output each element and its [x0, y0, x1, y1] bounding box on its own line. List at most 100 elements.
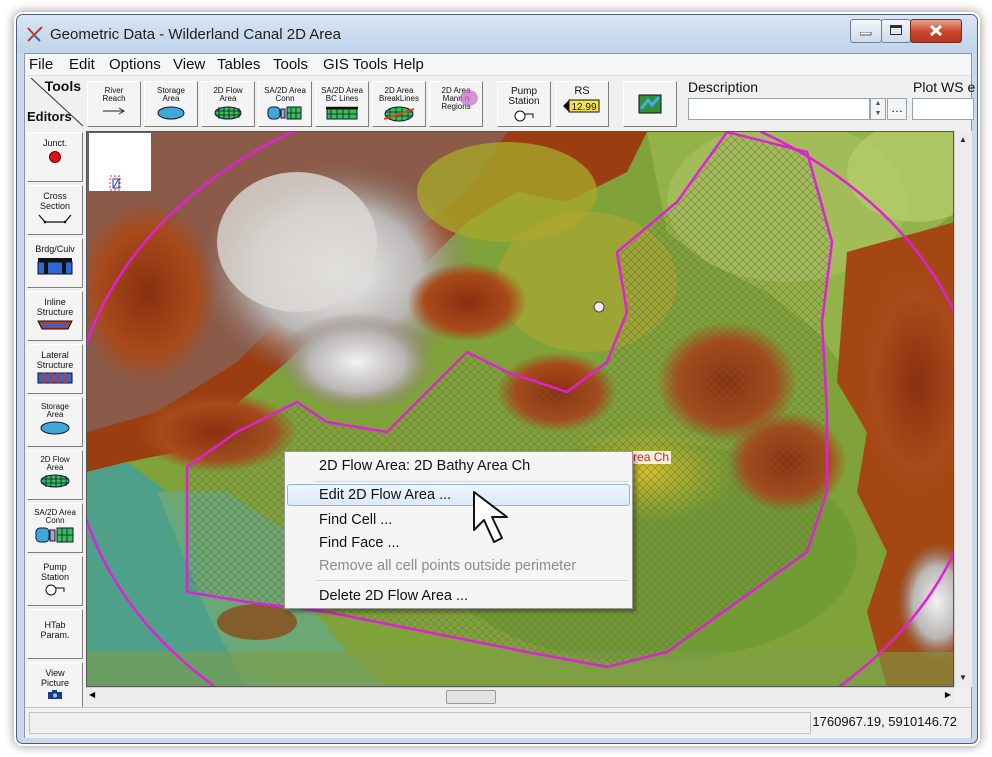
2d-flow-area-editor-button[interactable]: 2D Flow Area: [27, 450, 83, 500]
map-overview-thumbnail[interactable]: [88, 132, 152, 192]
2d-flow-area-editor-label: 2D Flow Area: [40, 455, 70, 472]
cross-section-label: Cross Section: [39, 191, 71, 211]
2d-flow-area-grid-icon: [214, 106, 242, 120]
bridge-culvert-editor-button[interactable]: Brdg/Culv: [27, 238, 83, 288]
minimize-icon: [860, 32, 872, 36]
editors-label: Editors: [27, 109, 72, 124]
storage-area-label: Storage Area: [156, 86, 186, 103]
inline-structure-icon: [37, 320, 73, 330]
menu-item-remove-cell-points: Remove all cell points outside perimeter: [319, 558, 577, 574]
menu-gis-tools[interactable]: GIS Tools: [323, 56, 388, 73]
storage-area-tool-button[interactable]: Storage Area: [144, 81, 198, 127]
bc-lines-icon: [326, 106, 358, 120]
menu-item-delete-2d-flow-area[interactable]: Delete 2D Flow Area ...: [319, 588, 468, 604]
context-menu-header: 2D Flow Area: 2D Bathy Area Ch: [319, 458, 531, 474]
horizontal-scroll-thumb[interactable]: [446, 690, 496, 704]
map-picture-tool-button[interactable]: [623, 81, 677, 127]
app-icon: [27, 26, 43, 42]
storage-area-icon: [40, 421, 70, 435]
geometric-data-window: Geometric Data - Wilderland Canal 2D Are…: [16, 14, 978, 744]
close-button[interactable]: [910, 19, 962, 43]
bridge-culvert-icon: [37, 258, 73, 275]
pump-station-icon: [514, 110, 534, 122]
river-reach-arrow-icon: [103, 107, 125, 115]
map-vertical-scrollbar[interactable]: ▲ ▼: [954, 131, 972, 687]
editors-sidebar: Junct. Cross Section Brdg/Culv Inline St…: [25, 130, 85, 712]
sa-2d-conn-tool-button[interactable]: SA/2D Area Conn: [258, 81, 312, 127]
storage-area-editor-button[interactable]: Storage Area: [27, 397, 83, 447]
manning-regions-icon: [460, 90, 478, 106]
menu-edit[interactable]: Edit: [69, 56, 95, 73]
scroll-down-arrow-icon[interactable]: ▼: [957, 671, 969, 685]
storage-area-icon: [157, 106, 185, 120]
lateral-structure-editor-button[interactable]: Lateral Structure: [27, 344, 83, 394]
mann-regions-tool-button[interactable]: 2D Area Mann n Regions: [429, 81, 483, 127]
menu-item-find-cell[interactable]: Find Cell ...: [319, 512, 392, 528]
lateral-structure-label: Lateral Structure: [36, 350, 74, 370]
menu-bar: File Edit Options View Tables Tools GIS …: [25, 54, 971, 76]
pump-station-tool-button[interactable]: Pump Station: [497, 81, 551, 127]
menu-item-find-face[interactable]: Find Face ...: [319, 535, 400, 551]
inline-structure-label: Inline Structure: [36, 297, 74, 317]
plot-ws-input[interactable]: [912, 98, 974, 120]
storage-area-editor-label: Storage Area: [40, 402, 70, 419]
menu-help[interactable]: Help: [393, 56, 424, 73]
menu-item-edit-2d-flow-area[interactable]: Edit 2D Flow Area ...: [319, 487, 451, 503]
river-reach-label: River Reach: [102, 86, 126, 103]
menu-tables[interactable]: Tables: [217, 56, 260, 73]
map-picture-icon: [638, 94, 662, 114]
pump-station-icon: [45, 584, 65, 596]
2d-flow-area-tool-button[interactable]: 2D Flow Area: [201, 81, 255, 127]
description-input[interactable]: [688, 98, 870, 120]
sa-2d-conn-editor-label: SA/2D Area Conn: [34, 508, 76, 525]
menu-separator: [315, 481, 629, 482]
menu-options[interactable]: Options: [109, 56, 161, 73]
minimize-button[interactable]: [850, 19, 882, 43]
description-ellipsis-button[interactable]: …: [887, 98, 907, 120]
menu-view[interactable]: View: [173, 56, 205, 73]
scroll-right-arrow-icon[interactable]: ▶: [945, 690, 951, 699]
htab-param-label: HTab Param.: [40, 620, 70, 640]
maximize-button[interactable]: [881, 19, 911, 43]
river-station-label: RS: [574, 85, 590, 97]
pump-station-editor-button[interactable]: Pump Station: [27, 556, 83, 606]
coordinate-readout: 1760967.19, 5910146.72: [812, 714, 957, 729]
junction-label: Junct.: [42, 138, 67, 148]
map-horizontal-scrollbar[interactable]: ◀ ▶: [86, 687, 954, 705]
breaklines-icon: [383, 106, 415, 122]
menu-tools[interactable]: Tools: [273, 56, 308, 73]
pump-station-editor-label: Pump Station: [40, 562, 70, 582]
camera-icon: [48, 690, 62, 699]
sa-2d-connection-icon: [267, 106, 302, 120]
inline-structure-editor-button[interactable]: Inline Structure: [27, 291, 83, 341]
plot-ws-label: Plot WS e: [913, 79, 976, 95]
window-title: Geometric Data - Wilderland Canal 2D Are…: [50, 26, 341, 43]
description-label: Description: [688, 79, 759, 95]
htab-param-editor-button[interactable]: HTab Param.: [27, 609, 83, 659]
close-icon: [929, 24, 943, 37]
scroll-left-arrow-icon[interactable]: ◀: [89, 690, 95, 699]
river-station-tool-button[interactable]: RS 12.99: [555, 81, 609, 127]
tools-label: Tools: [44, 78, 81, 94]
river-station-value: 12.99: [571, 102, 596, 113]
title-bar[interactable]: Geometric Data - Wilderland Canal 2D Are…: [17, 15, 977, 53]
bc-lines-label: SA/2D Area BC Lines: [321, 86, 363, 103]
view-picture-editor-button[interactable]: View Picture: [27, 662, 83, 712]
scroll-up-arrow-icon[interactable]: ▲: [957, 133, 969, 147]
description-spinner[interactable]: ▲ ▼: [870, 98, 886, 120]
status-message-panel: [29, 712, 811, 734]
sa-2d-connection-icon: [35, 527, 74, 543]
tools-toolbar: Tools Editors River Reach Storage Area 2…: [25, 76, 975, 130]
bc-lines-tool-button[interactable]: SA/2D Area BC Lines: [315, 81, 369, 127]
river-station-icon: 12.99: [563, 99, 600, 113]
river-reach-tool-button[interactable]: River Reach: [87, 81, 141, 127]
view-picture-label: View Picture: [40, 668, 69, 688]
junction-editor-button[interactable]: Junct.: [27, 132, 83, 182]
menu-file[interactable]: File: [29, 56, 53, 73]
sa-2d-conn-label: SA/2D Area Conn: [264, 86, 306, 103]
sa-2d-conn-editor-button[interactable]: SA/2D Area Conn: [27, 503, 83, 553]
breaklines-tool-button[interactable]: 2D Area BreakLines: [372, 81, 426, 127]
cross-section-editor-button[interactable]: Cross Section: [27, 185, 83, 235]
overview-marker-icon: [109, 175, 121, 191]
cross-section-icon: [38, 214, 72, 224]
